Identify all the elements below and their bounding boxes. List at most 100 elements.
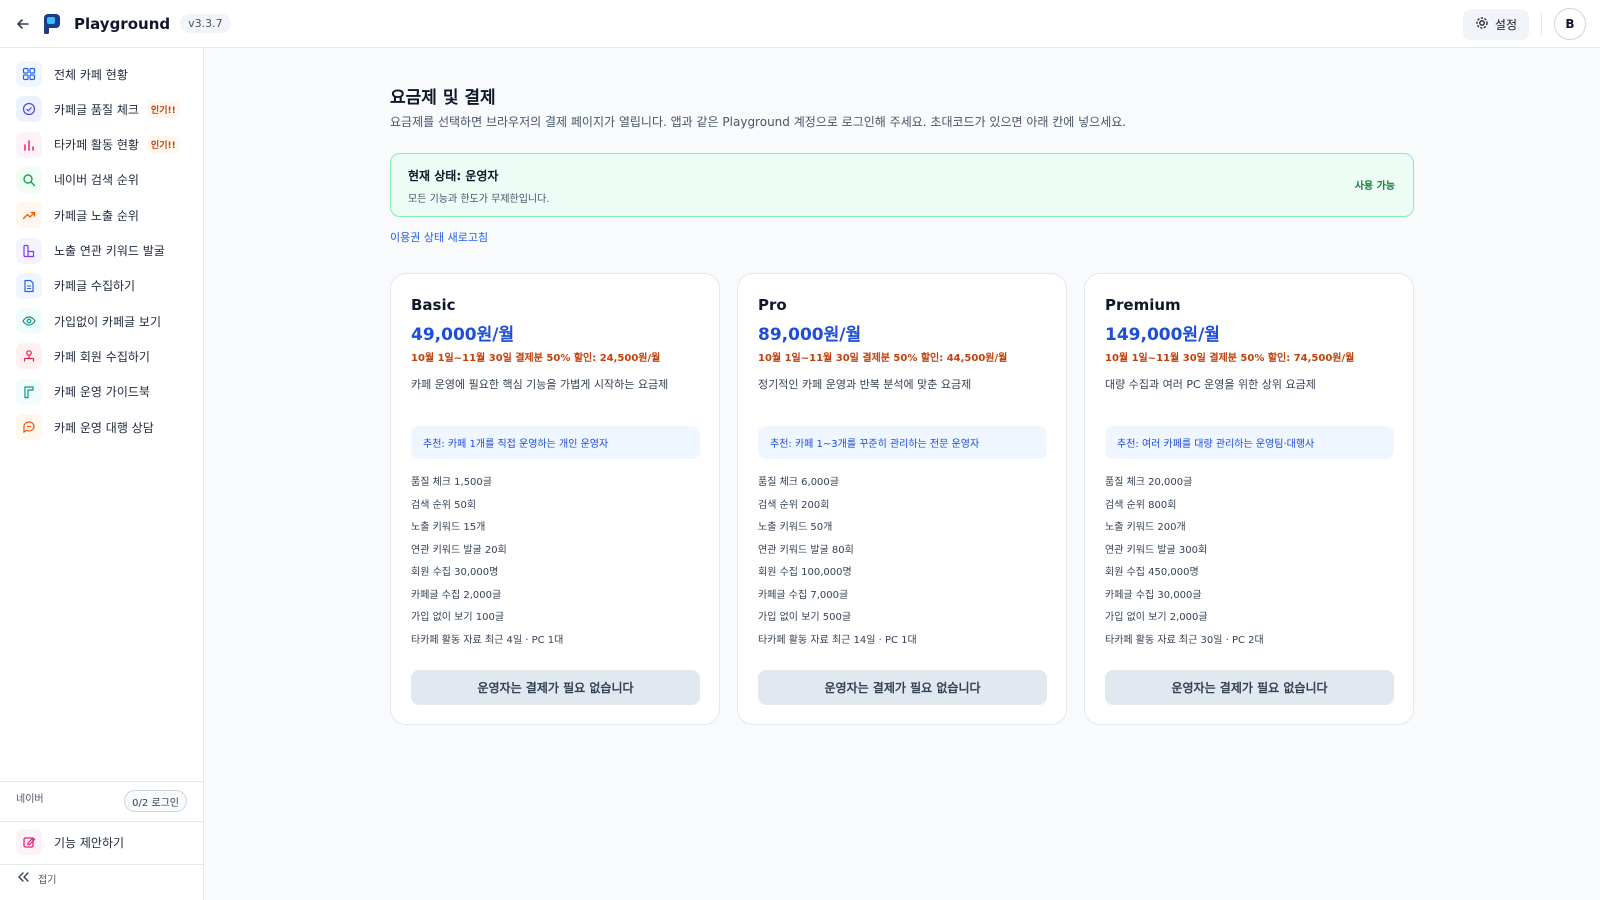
plan-button[interactable]: 운영자는 결제가 필요 없습니다: [758, 670, 1047, 705]
current-status-panel: 현재 상태: 운영자 모든 기능과 한도가 무제한입니다. 사용 가능: [390, 153, 1414, 217]
plan-feature: 노출 키워드 15개: [411, 522, 486, 533]
sidebar-item[interactable]: 카페글 품질 체크 인기!!: [16, 95, 196, 123]
eye-icon: [16, 308, 42, 335]
plan-feature: 연관 키워드 발굴 300회: [1105, 544, 1208, 556]
plan-name: Premium: [1105, 296, 1181, 314]
plan-card: Pro 89,000원/월 10월 1일~11월 30일 결제분 50% 할인: 4…: [737, 273, 1067, 725]
sidebar-item-label: 카페글 수집하기: [54, 279, 136, 294]
sidebar-item[interactable]: 카페 운영 가이드북: [16, 378, 196, 406]
plan-price: 49,000원/월: [411, 325, 515, 345]
plan-name: Basic: [411, 296, 456, 314]
edit-icon: [16, 829, 42, 855]
settings-label: 설정: [1494, 17, 1517, 32]
search-icon: [16, 166, 42, 193]
header-divider: [1541, 13, 1542, 35]
sidebar-item[interactable]: 카페 운영 대행 상담: [16, 413, 196, 441]
plan-feature: 가입 없이 보기 2,000글: [1105, 612, 1208, 623]
plan-price: 89,000원/월: [758, 325, 862, 345]
plan-card: Basic 49,000원/월 10월 1일~11월 30일 결제분 50% 할인:…: [390, 273, 720, 725]
plan-feature: 연관 키워드 발굴 20회: [411, 544, 507, 556]
settings-button[interactable]: 설정: [1462, 8, 1529, 40]
plan-feature: 카페글 수집 30,000글: [1105, 589, 1202, 601]
plan-description: 카페 운영에 필요한 핵심 기능을 가볍게 시작하는 요금제: [411, 378, 669, 391]
sidebar-item[interactable]: 카페글 노출 순위: [16, 201, 196, 229]
sidebar-item-label: 카페글 품질 체크: [54, 102, 139, 117]
double-chevron-left-icon: [16, 869, 30, 888]
check-circle-icon: [16, 96, 42, 123]
plan-card: Premium 149,000원/월 10월 1일~11월 30일 결제분 50% …: [1084, 273, 1414, 725]
naver-account-label: 네이버: [16, 794, 44, 805]
sidebar: 전체 카페 현황 카페글 품질 체크 인기!! 타카페 활동 현황 인기!! 네이버 검색…: [0, 48, 204, 900]
user-avatar[interactable]: B: [1554, 8, 1586, 40]
book-icon: [16, 378, 42, 405]
status-title: 현재 상태: 운영자: [408, 169, 499, 183]
plan-feature: 연관 키워드 발굴 80회: [758, 544, 854, 556]
plan-feature: 회원 수집 30,000명: [411, 567, 499, 578]
grid-icon: [16, 61, 42, 87]
sidebar-item[interactable]: 타카페 활동 현황 인기!!: [16, 131, 196, 159]
plan-button[interactable]: 운영자는 결제가 필요 없습니다: [1105, 670, 1394, 705]
trending-up-icon: [16, 202, 42, 229]
sidebar-item[interactable]: 카페 회원 수집하기: [16, 342, 196, 370]
plan-feature: 노출 키워드 50개: [758, 522, 833, 533]
sidebar-item[interactable]: 전체 카페 현황: [16, 60, 196, 88]
back-arrow-icon[interactable]: [12, 13, 34, 35]
plan-promo: 10월 1일~11월 30일 결제분 50% 할인: 24,500원/월: [411, 353, 661, 364]
plan-feature: 품질 체크 6,000글: [758, 477, 839, 488]
sidebar-item[interactable]: 가입없이 카페글 보기: [16, 307, 196, 335]
page-description: 요금제를 선택하면 브라우저의 결제 페이지가 열립니다. 앱과 같은 Play…: [390, 115, 1127, 129]
sidebar-item-label: 가입없이 카페글 보기: [54, 314, 161, 329]
sidebar-item-label: 노출 연관 키워드 발굴: [54, 244, 165, 258]
collapse-sidebar-button[interactable]: 접기: [16, 869, 56, 888]
plan-feature: 노출 키워드 200개: [1105, 522, 1186, 533]
suggest-feature-button[interactable]: 기능 제안하기: [16, 828, 196, 856]
page-title: 요금제 및 결제: [390, 88, 496, 108]
bar-chart-icon: [16, 131, 42, 158]
sidebar-divider: [0, 781, 204, 782]
sidebar-item-label: 네이버 검색 순위: [54, 173, 139, 188]
sidebar-item-label: 카페 운영 가이드북: [54, 385, 150, 400]
plan-feature: 가입 없이 보기 100글: [411, 612, 505, 623]
sidebar-item-label: 카페 회원 수집하기: [54, 349, 150, 364]
sidebar-divider: [0, 864, 204, 865]
plan-feature: 품질 체크 1,500글: [411, 477, 492, 488]
plan-promo: 10월 1일~11월 30일 결제분 50% 할인: 74,500원/월: [1105, 353, 1355, 364]
plan-price: 149,000원/월: [1105, 325, 1220, 345]
version-badge: v3.3.7: [180, 14, 231, 33]
gear-icon: [1475, 16, 1489, 33]
sidebar-divider: [0, 821, 204, 822]
plan-feature: 카페글 수집 7,000글: [758, 589, 849, 601]
app-title: Playground: [74, 14, 171, 33]
plan-feature: 회원 수집 100,000명: [758, 567, 852, 578]
popular-badge: 인기!!: [146, 136, 180, 154]
sidebar-item-label: 카페글 노출 순위: [54, 208, 139, 223]
plan-promo: 10월 1일~11월 30일 결제분 50% 할인: 44,500원/월: [758, 353, 1008, 364]
plan-feature: 카페글 수집 2,000글: [411, 589, 502, 601]
top-bar: Playground v3.3.7 설정 B: [0, 0, 1600, 48]
refresh-subscription-link[interactable]: 이용권 상태 새로고침: [390, 229, 488, 245]
sidebar-item-label: 전체 카페 현황: [54, 67, 128, 82]
plan-feature: 회원 수집 450,000명: [1105, 567, 1199, 578]
plan-feature: 타카페 활동 자료 최근 4일 · PC 1대: [411, 634, 564, 646]
tag-icon: [16, 237, 42, 264]
plan-feature: 타카페 활동 자료 최근 30일 · PC 2대: [1105, 634, 1264, 646]
plan-recommendation: 추천: 여러 카페를 대량 관리하는 운영팀·대행사: [1105, 426, 1394, 459]
chat-icon: [16, 414, 42, 440]
plan-description: 정기적인 카페 운영과 반복 분석에 맞춘 요금제: [758, 378, 972, 391]
sidebar-item[interactable]: 노출 연관 키워드 발굴: [16, 237, 196, 265]
document-icon: [16, 272, 42, 299]
suggest-feature-label: 기능 제안하기: [54, 835, 125, 850]
status-description: 모든 기능과 한도가 무제한입니다.: [408, 194, 550, 205]
sidebar-item[interactable]: 네이버 검색 순위: [16, 166, 196, 194]
main-content: 요금제 및 결제 요금제를 선택하면 브라우저의 결제 페이지가 열립니다. 앱…: [205, 49, 1600, 900]
login-status-badge[interactable]: 0/2 로그인: [124, 790, 187, 812]
plan-button[interactable]: 운영자는 결제가 필요 없습니다: [411, 670, 700, 705]
status-chip: 사용 가능: [1354, 181, 1395, 192]
collapse-label: 접기: [38, 875, 57, 886]
plan-description: 대량 수집과 여러 PC 운영을 위한 상위 요금제: [1105, 378, 1316, 391]
plan-feature: 검색 순위 800회: [1105, 499, 1177, 511]
playground-logo-icon: [42, 13, 64, 35]
plan-recommendation: 추천: 카페 1~3개를 꾸준히 관리하는 전문 운영자: [758, 426, 1047, 459]
sidebar-item[interactable]: 카페글 수집하기: [16, 272, 196, 300]
plan-feature: 가입 없이 보기 500글: [758, 612, 852, 623]
